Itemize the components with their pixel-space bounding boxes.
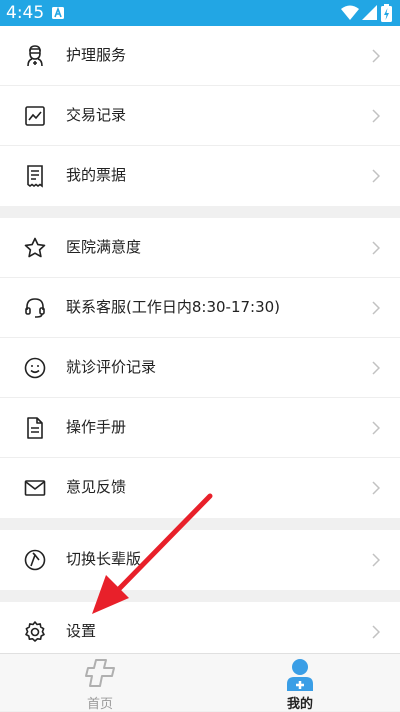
chevron-right-icon <box>372 361 380 375</box>
tab-mine[interactable]: 我的 <box>200 654 400 712</box>
gear-icon <box>25 621 45 642</box>
menu-item-hospital-satisfaction[interactable]: 医院满意度 <box>0 218 400 278</box>
trend-chart-icon <box>25 106 45 126</box>
bottom-tab-bar: 首页 我的 <box>0 653 400 712</box>
notification-a-icon <box>52 7 64 19</box>
tab-home[interactable]: 首页 <box>0 654 200 712</box>
menu-item-switch-elder-mode[interactable]: 切换长辈版 <box>0 530 400 590</box>
chevron-right-icon <box>372 49 380 63</box>
signal-icon <box>362 5 377 20</box>
tab-home-label: 首页 <box>86 697 113 712</box>
wifi-icon <box>341 5 359 20</box>
menu-item-label: 联系客服(工作日内8:30-17:30) <box>66 298 281 316</box>
document-icon <box>27 417 43 439</box>
menu-item-user-manual[interactable]: 操作手册 <box>0 398 400 458</box>
menu-item-label: 设置 <box>66 622 97 640</box>
switch-elder-icon <box>24 549 46 571</box>
chevron-right-icon <box>372 169 380 183</box>
menu-list: 护理服务 交易记录 我的票据 医院满意度 联系客服(工作日内8:30-17:30… <box>0 26 400 662</box>
chevron-right-icon <box>372 481 380 495</box>
chevron-right-icon <box>372 421 380 435</box>
menu-item-label: 切换长辈版 <box>66 550 142 568</box>
chevron-right-icon <box>372 241 380 255</box>
chevron-right-icon <box>372 625 380 639</box>
chevron-right-icon <box>372 553 380 567</box>
star-icon <box>24 237 46 258</box>
user-profile-icon <box>287 659 313 691</box>
headset-icon <box>25 298 45 318</box>
menu-item-label: 我的票据 <box>66 166 127 184</box>
menu-item-label: 就诊评价记录 <box>66 358 157 376</box>
menu-item-contact-support[interactable]: 联系客服(工作日内8:30-17:30) <box>0 278 400 338</box>
menu-item-visit-evaluation-records[interactable]: 就诊评价记录 <box>0 338 400 398</box>
menu-item-label: 医院满意度 <box>66 238 142 256</box>
smiley-icon <box>24 357 46 379</box>
menu-item-my-invoices[interactable]: 我的票据 <box>0 146 400 206</box>
medical-cross-icon <box>85 659 115 687</box>
status-time: 4:45 <box>6 3 45 23</box>
section-divider <box>0 590 400 602</box>
menu-item-transaction-records[interactable]: 交易记录 <box>0 86 400 146</box>
receipt-icon <box>27 165 43 188</box>
section-divider <box>0 206 400 218</box>
menu-item-label: 意见反馈 <box>66 478 127 496</box>
menu-item-label: 护理服务 <box>66 46 127 64</box>
menu-item-label: 操作手册 <box>66 418 127 436</box>
mail-icon <box>24 480 46 496</box>
battery-charging-icon <box>381 4 392 22</box>
chevron-right-icon <box>372 109 380 123</box>
menu-item-label: 交易记录 <box>66 106 127 124</box>
tab-mine-label: 我的 <box>286 697 313 712</box>
chevron-right-icon <box>372 301 380 315</box>
menu-item-feedback[interactable]: 意见反馈 <box>0 458 400 518</box>
menu-item-nursing-service[interactable]: 护理服务 <box>0 26 400 86</box>
status-bar: 4:45 <box>0 0 400 26</box>
nurse-icon <box>27 45 43 67</box>
section-divider <box>0 518 400 530</box>
